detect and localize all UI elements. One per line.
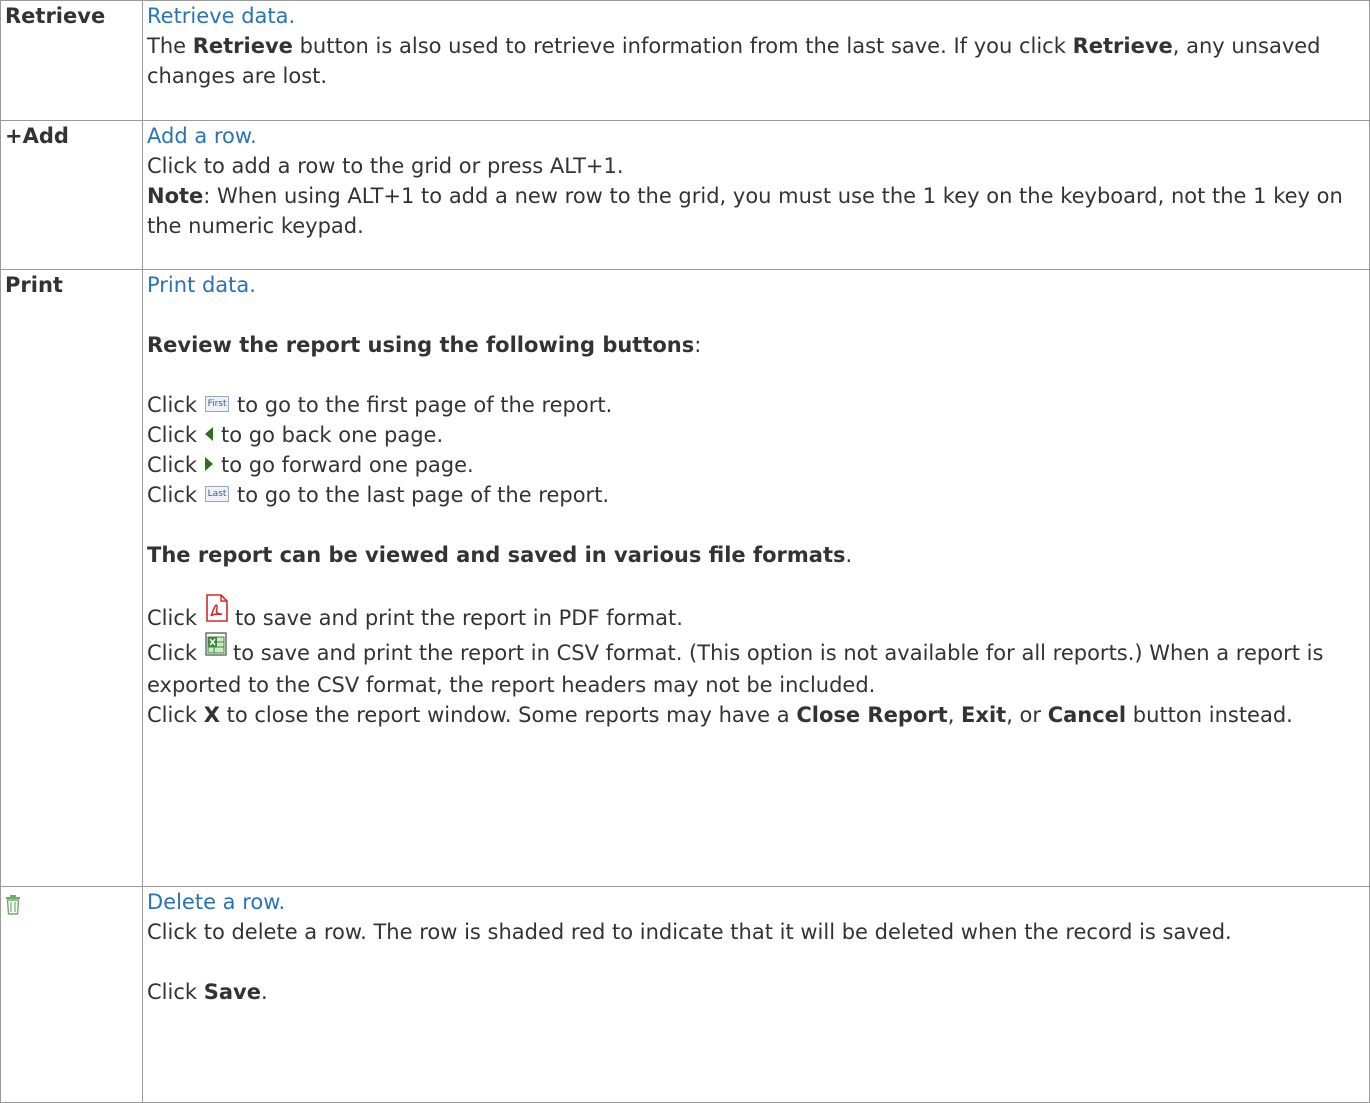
delete-icon-cell — [0, 886, 143, 1103]
add-instruction: Click to add a row to the grid or press … — [147, 154, 624, 178]
delete-instruction: Click to delete a row. The row is shaded… — [147, 920, 1232, 944]
print-label: Print — [0, 269, 143, 887]
retrieve-explanation: The Retrieve button is also used to retr… — [147, 34, 1321, 88]
delete-description: Delete a row. Click to delete a row. The… — [142, 886, 1370, 1103]
excel-file-icon — [205, 632, 227, 664]
next-page-instruction: Click to go forward one page. — [147, 453, 474, 477]
add-row-link[interactable]: Add a row. — [147, 124, 257, 148]
last-page-button-icon: Last — [205, 486, 230, 502]
retrieve-description: Retrieve data. The Retrieve button is al… — [142, 0, 1370, 121]
previous-arrow-icon — [205, 427, 214, 441]
retrieve-data-link[interactable]: Retrieve data. — [147, 4, 295, 28]
add-description: Add a row. Click to add a row to the gri… — [142, 120, 1370, 270]
previous-page-instruction: Click to go back one page. — [147, 423, 444, 447]
add-label: +Add — [0, 120, 143, 270]
next-arrow-icon — [205, 457, 214, 471]
pdf-file-icon — [205, 594, 229, 632]
first-page-button-icon: First — [205, 396, 230, 412]
last-page-instruction: Click Last to go to the last page of the r… — [147, 483, 610, 507]
review-heading: Review the report using the following bu… — [147, 333, 702, 357]
csv-instruction: Click to save and print the report in CSV… — [147, 632, 1363, 700]
button-reference-table: Retrieve Retrieve data. The Retrieve but… — [0, 0, 1370, 1103]
table-row: Delete a row. Click to delete a row. The… — [0, 886, 1370, 1103]
retrieve-label: Retrieve — [0, 0, 143, 121]
table-row: Print Print data. Review the report usin… — [0, 269, 1370, 887]
formats-heading: The report can be viewed and saved in va… — [147, 543, 853, 567]
table-row: +Add Add a row. Click to add a row to th… — [0, 120, 1370, 270]
add-note: Note: When using ALT+1 to add a new row … — [147, 184, 1343, 238]
first-page-instruction: Click First to go to the first page of the… — [147, 393, 613, 417]
close-instruction: Click X to close the report window. Some… — [147, 703, 1293, 727]
table-row: Retrieve Retrieve data. The Retrieve but… — [0, 0, 1370, 121]
print-description: Print data. Review the report using the … — [142, 269, 1370, 887]
save-instruction: Click Save. — [147, 980, 268, 1004]
print-data-link[interactable]: Print data. — [147, 273, 256, 297]
trash-icon[interactable] — [5, 893, 21, 923]
delete-row-link[interactable]: Delete a row. — [147, 890, 285, 914]
pdf-instruction: Click to save and print the report in PDF… — [147, 594, 1363, 638]
